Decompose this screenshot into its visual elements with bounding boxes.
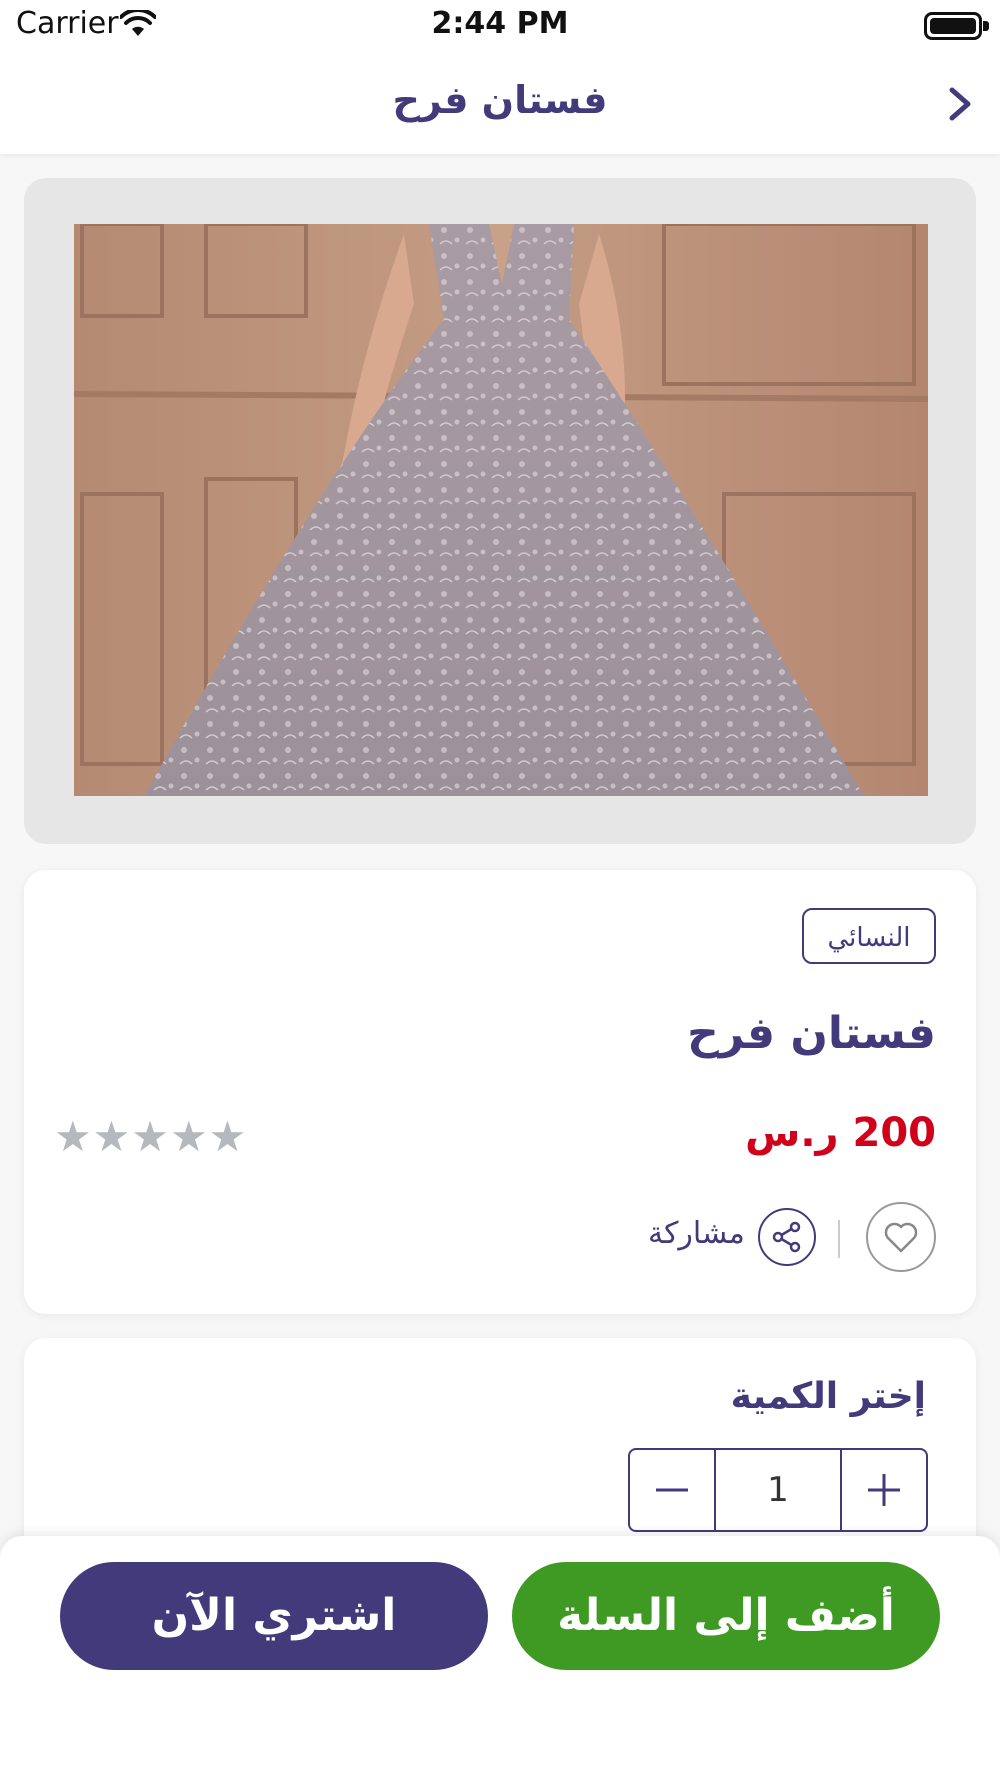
category-tag[interactable]: النسائي bbox=[802, 908, 936, 964]
share-button[interactable] bbox=[758, 1208, 816, 1266]
add-to-cart-button[interactable]: أضف إلى السلة bbox=[512, 1562, 940, 1670]
favorite-button[interactable] bbox=[866, 1202, 936, 1272]
chevron-right-icon[interactable] bbox=[940, 82, 980, 126]
battery-icon bbox=[924, 12, 989, 40]
share-label[interactable]: مشاركة bbox=[648, 1216, 745, 1251]
plus-icon bbox=[868, 1474, 900, 1506]
minus-icon bbox=[656, 1488, 688, 1492]
divider bbox=[838, 1220, 840, 1258]
page-title: فستان فرح bbox=[392, 78, 608, 122]
rating-stars: ★★★★★ bbox=[54, 1112, 248, 1161]
quantity-value[interactable]: 1 bbox=[716, 1450, 840, 1530]
heart-icon bbox=[884, 1222, 918, 1253]
quantity-title: إختر الكمية bbox=[730, 1376, 926, 1417]
navigation-bar: فستان فرح bbox=[0, 56, 1000, 154]
product-name: فستان فرح bbox=[687, 1008, 936, 1059]
share-icon bbox=[772, 1221, 801, 1253]
increment-button[interactable] bbox=[840, 1450, 926, 1530]
product-price: 200 ر.س bbox=[745, 1110, 936, 1156]
status-time: 2:44 PM bbox=[431, 6, 569, 41]
decrement-button[interactable] bbox=[630, 1450, 716, 1530]
buy-now-button[interactable]: اشتري الآن bbox=[60, 1562, 488, 1670]
product-image[interactable] bbox=[74, 224, 928, 796]
quantity-stepper: 1 bbox=[628, 1448, 928, 1532]
